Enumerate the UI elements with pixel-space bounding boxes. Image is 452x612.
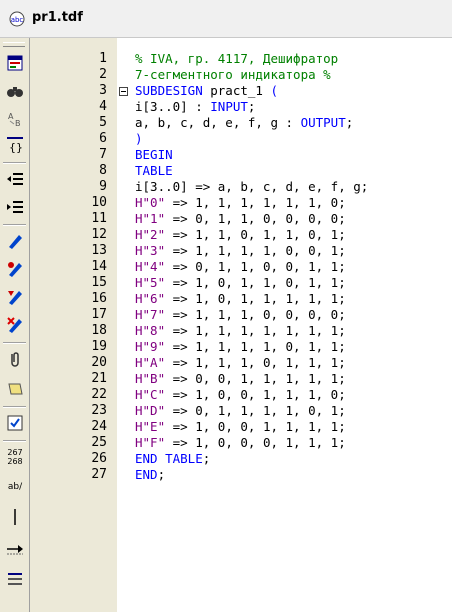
arrow-icon[interactable] — [4, 538, 26, 560]
unindent-icon[interactable] — [4, 196, 26, 218]
indent-icon[interactable] — [4, 168, 26, 190]
code-line[interactable]: H"C" => 1, 0, 0, 1, 1, 1, 0; — [135, 387, 346, 403]
code-editor[interactable]: % IVA, гр. 4117, Дешифратор 7-сегментного… — [117, 38, 452, 612]
delete-icon[interactable] — [4, 314, 26, 336]
code-line[interactable]: H"3" => 1, 1, 1, 1, 0, 0, 1; — [135, 243, 346, 259]
code-line[interactable]: SUBDESIGN pract_1 ( — [135, 83, 278, 99]
code-line[interactable]: H"9" => 1, 1, 1, 1, 0, 1, 1; — [135, 339, 346, 355]
line-number: 4 — [99, 99, 107, 114]
ab-label: ab/ — [7, 482, 23, 492]
list-icon[interactable] — [4, 568, 26, 590]
text-design-file-icon: abc — [9, 11, 25, 27]
code-line[interactable]: ) — [135, 131, 143, 147]
line-number: 22 — [91, 387, 107, 402]
line-number: 3 — [99, 83, 107, 98]
code-line[interactable]: H"B" => 0, 0, 1, 1, 1, 1, 1; — [135, 371, 346, 387]
line-number: 17 — [91, 307, 107, 322]
line-number: 21 — [91, 371, 107, 386]
line-number: 27 — [91, 467, 107, 482]
svg-text:abc: abc — [11, 16, 24, 24]
code-line[interactable]: H"F" => 1, 0, 0, 0, 1, 1, 1; — [135, 435, 346, 451]
toolbar-separator — [3, 342, 26, 344]
code-line[interactable]: i[3..0] : INPUT; — [135, 99, 255, 115]
window-title: pr1.tdf — [32, 10, 83, 25]
line-number: 25 — [91, 435, 107, 450]
code-line[interactable]: H"6" => 1, 0, 1, 1, 1, 1, 1; — [135, 291, 346, 307]
line-number: 9 — [99, 179, 107, 194]
symbol-b-icon[interactable] — [4, 286, 26, 308]
line-number: 19 — [91, 339, 107, 354]
pen-icon[interactable] — [4, 230, 26, 252]
line-number: 23 — [91, 403, 107, 418]
check-icon[interactable] — [4, 412, 26, 434]
line-number: 12 — [91, 227, 107, 242]
toolbar-separator — [3, 162, 26, 164]
code-line[interactable]: H"2" => 1, 1, 0, 1, 1, 0, 1; — [135, 227, 346, 243]
line-number: 10 — [91, 195, 107, 210]
code-line[interactable]: H"E" => 1, 0, 0, 1, 1, 1, 1; — [135, 419, 346, 435]
document-icon[interactable] — [4, 52, 26, 74]
svg-text:B: B — [15, 119, 21, 128]
svg-text:A: A — [8, 112, 14, 121]
ab-icon[interactable]: ab/ — [4, 476, 26, 498]
find-replace-icon[interactable]: AB — [4, 108, 26, 130]
svg-text:{}: {} — [9, 141, 23, 154]
line-number: 24 — [91, 419, 107, 434]
line-number: 15 — [91, 275, 107, 290]
code-line[interactable]: H"D" => 0, 1, 1, 1, 1, 0, 1; — [135, 403, 346, 419]
code-line[interactable]: END; — [135, 467, 165, 483]
code-line[interactable]: H"7" => 1, 1, 1, 0, 0, 0, 0; — [135, 307, 346, 323]
code-line[interactable]: H"8" => 1, 1, 1, 1, 1, 1, 1; — [135, 323, 346, 339]
scroll-icon[interactable] — [4, 378, 26, 400]
code-line[interactable]: H"5" => 1, 0, 1, 1, 0, 1, 1; — [135, 275, 346, 291]
brackets-icon[interactable]: {} — [4, 134, 26, 156]
line-number: 14 — [91, 259, 107, 274]
code-line[interactable]: H"0" => 1, 1, 1, 1, 1, 1, 0; — [135, 195, 346, 211]
toolbar-separator — [3, 224, 26, 226]
line-number: 5 — [99, 115, 107, 130]
toolbar-separator — [3, 440, 26, 442]
line-number: 6 — [99, 131, 107, 146]
code-line[interactable]: H"4" => 0, 1, 1, 0, 0, 1, 1; — [135, 259, 346, 275]
code-line[interactable]: END TABLE; — [135, 451, 210, 467]
code-line[interactable]: a, b, c, d, e, f, g : OUTPUT; — [135, 115, 353, 131]
code-line[interactable]: H"1" => 0, 1, 1, 0, 0, 0, 0; — [135, 211, 346, 227]
line-number: 18 — [91, 323, 107, 338]
line-number: 7 — [99, 147, 107, 162]
code-line[interactable]: i[3..0] => a, b, c, d, e, f, g; — [135, 179, 368, 195]
code-line[interactable]: 7-сегментного индикатора % — [135, 67, 331, 83]
toolbar-grip[interactable] — [3, 42, 25, 47]
toolbar-separator — [3, 406, 26, 408]
divider-icon[interactable] — [4, 506, 26, 528]
code-line[interactable]: H"A" => 1, 1, 1, 0, 1, 1, 1; — [135, 355, 346, 371]
counter-top-label: 267 — [7, 448, 23, 457]
fold-collapse-icon[interactable] — [119, 87, 128, 96]
symbol-a-icon[interactable] — [4, 258, 26, 280]
line-number: 13 — [91, 243, 107, 258]
vertical-toolbar: AB {} 267 268 ab/ — [0, 38, 30, 612]
title-bar: abc pr1.tdf — [0, 0, 452, 38]
code-line[interactable]: TABLE — [135, 163, 173, 179]
counter-bottom-label: 268 — [7, 457, 23, 466]
code-line[interactable]: BEGIN — [135, 147, 173, 163]
counter-icon[interactable]: 267 268 — [4, 446, 26, 468]
line-number: 8 — [99, 163, 107, 178]
line-number: 1 — [99, 51, 107, 66]
find-icon[interactable] — [4, 80, 26, 102]
line-number: 26 — [91, 451, 107, 466]
line-number: 20 — [91, 355, 107, 370]
line-number-gutter: 1 2 3 4 5 6 7 8 9 10 11 12 13 14 15 16 17 18 19 20 21 22 23 24 2… — [30, 38, 117, 612]
line-number: 2 — [99, 67, 107, 82]
line-number: 11 — [91, 211, 107, 226]
clip-icon[interactable] — [4, 348, 26, 370]
line-number: 16 — [91, 291, 107, 306]
code-line[interactable]: % IVA, гр. 4117, Дешифратор — [135, 51, 338, 67]
